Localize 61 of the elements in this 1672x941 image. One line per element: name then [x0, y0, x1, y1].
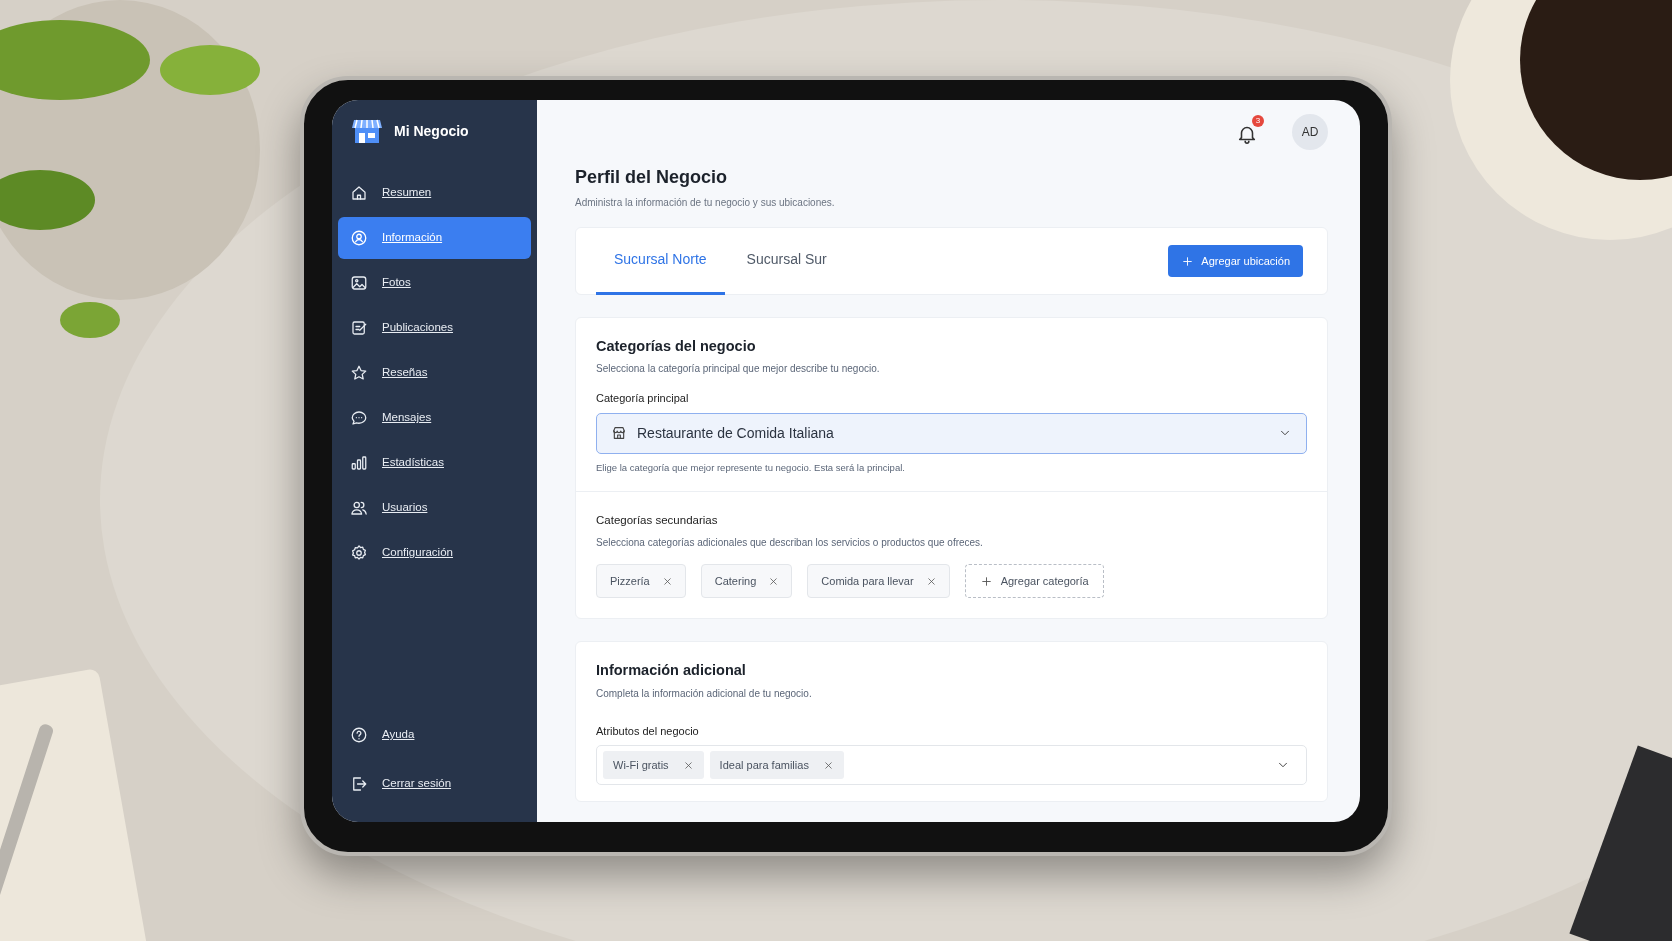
- location-tab[interactable]: Sucursal Sur: [728, 227, 845, 295]
- settings-icon: [350, 544, 368, 562]
- add-category-button[interactable]: Agregar categoría: [964, 564, 1104, 599]
- edit-note-icon: [350, 319, 368, 337]
- category-tag: Comida para llevar: [807, 564, 950, 599]
- subsection-title: Categorías secundarias: [596, 513, 719, 529]
- user-avatar[interactable]: AD: [1292, 114, 1328, 150]
- section-description: Completa la información adicional de tu negocio.: [596, 686, 813, 701]
- attribute-tag: Ideal para familias: [709, 751, 844, 780]
- home-icon: [350, 184, 368, 202]
- storefront-icon: [611, 425, 627, 442]
- help-icon: [350, 726, 368, 744]
- sidebar-item[interactable]: Fotos: [338, 262, 531, 304]
- remove-button[interactable]: [925, 575, 937, 587]
- plus-icon: [1181, 254, 1195, 268]
- sidebar-item[interactable]: Información: [338, 217, 531, 259]
- chat-icon: [350, 409, 368, 427]
- bar-chart-icon: [350, 454, 368, 472]
- sidebar-item[interactable]: Resumen: [338, 172, 531, 214]
- sidebar-item[interactable]: Mensajes: [338, 397, 531, 439]
- remove-button[interactable]: [768, 575, 780, 587]
- remove-button[interactable]: [661, 575, 673, 587]
- sidebar-item[interactable]: Cerrar sesión: [338, 761, 531, 807]
- remove-button[interactable]: [822, 759, 834, 771]
- image-icon: [350, 274, 368, 292]
- store-icon: [352, 118, 382, 144]
- remove-button[interactable]: [682, 759, 694, 771]
- sidebar-item[interactable]: Ayuda: [338, 712, 531, 758]
- field-label: Atributos del negocio: [596, 723, 700, 739]
- category-select[interactable]: Restaurante de Comida Italiana: [596, 412, 1307, 454]
- person-circle-icon: [350, 229, 368, 247]
- add-location-button[interactable]: Agregar ubicación: [1168, 244, 1303, 278]
- sidebar-item[interactable]: Configuración: [338, 532, 531, 574]
- close-icon: [682, 759, 694, 771]
- sidebar-item[interactable]: Publicaciones: [338, 307, 531, 349]
- section-title: Información adicional: [596, 662, 747, 680]
- field-help-text: Elige la categoría que mejor represente tu negocio. Esta será la principal.: [596, 460, 906, 475]
- sidebar-item[interactable]: Estadísticas: [338, 442, 531, 484]
- section-description: Selecciona la categoría principal que mejor describe tu negocio.: [596, 362, 881, 377]
- close-icon: [661, 575, 673, 587]
- close-icon: [768, 575, 780, 587]
- page-title: Perfil del Negocio: [575, 166, 729, 189]
- sidebar-item[interactable]: Reseñas: [338, 352, 531, 394]
- attribute-tag: Wi-Fi gratis: [603, 751, 704, 780]
- section-description: Selecciona categorías adicionales que describan los servicios o productos que ofreces.: [596, 536, 984, 551]
- attributes-select[interactable]: Wi-Fi gratis Ideal para familias: [596, 745, 1307, 786]
- category-tag: Catering: [700, 564, 793, 599]
- page-subtitle: Administra la información de tu negocio y sus ubicaciones.: [575, 196, 836, 210]
- brand-name: Mi Negocio: [394, 121, 469, 141]
- field-label: Categoría principal: [596, 391, 690, 407]
- sidebar-item[interactable]: Usuarios: [338, 487, 531, 529]
- close-icon: [925, 575, 937, 587]
- close-icon: [822, 759, 834, 771]
- location-tab[interactable]: Sucursal Norte: [596, 227, 725, 295]
- logout-icon: [350, 775, 368, 793]
- section-title: Categorías del negocio: [596, 338, 757, 356]
- star-icon: [350, 364, 368, 382]
- notification-badge: 3: [1252, 115, 1264, 127]
- plus-icon: [979, 574, 993, 588]
- category-tag: Pizzería: [596, 564, 686, 599]
- users-icon: [350, 499, 368, 517]
